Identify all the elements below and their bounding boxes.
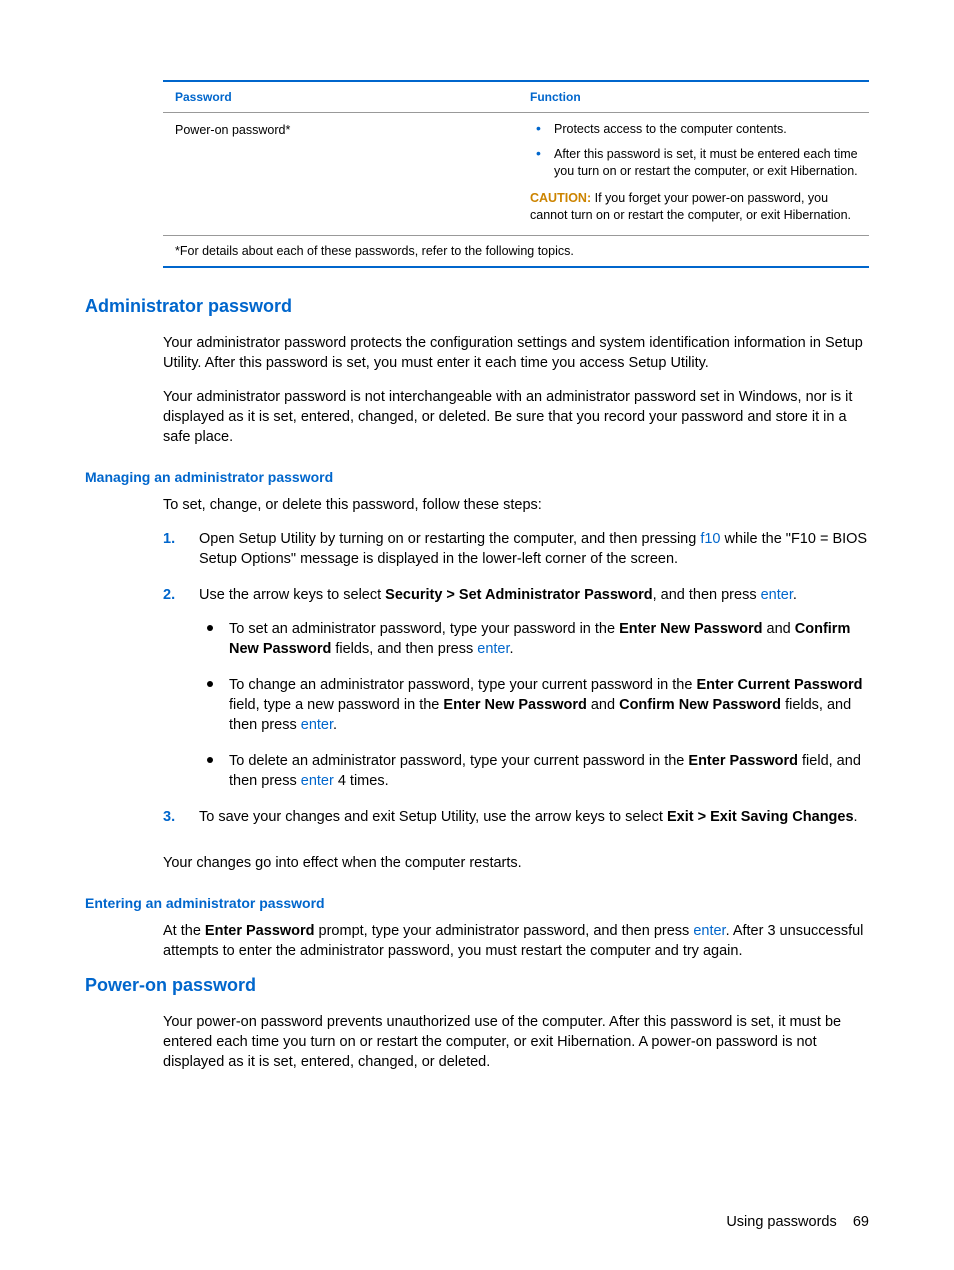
footer-page-number: 69	[853, 1214, 869, 1230]
list-item: To delete an administrator password, typ…	[199, 751, 869, 791]
table-header-function: Function	[530, 90, 869, 104]
table-row: Power-on password* Protects access to th…	[163, 113, 869, 236]
list-item: To set an administrator password, type y…	[199, 619, 869, 675]
paragraph: Your changes go into effect when the com…	[85, 853, 869, 873]
sub-list: To set an administrator password, type y…	[199, 619, 869, 791]
table-cell-function: Protects access to the computer contents…	[530, 117, 869, 235]
key-f10: f10	[700, 531, 720, 547]
paragraph: Your administrator password is not inter…	[85, 387, 869, 447]
caution-label: CAUTION:	[530, 191, 591, 205]
password-table: Password Function Power-on password* Pro…	[163, 80, 869, 268]
key-enter: enter	[301, 717, 333, 733]
steps-list: Open Setup Utility by turning on or rest…	[85, 529, 869, 843]
table-footnote: *For details about each of these passwor…	[163, 236, 869, 266]
key-enter: enter	[301, 773, 334, 789]
key-enter: enter	[761, 587, 793, 603]
table-header-password: Password	[175, 90, 530, 104]
footer-section: Using passwords	[726, 1214, 836, 1230]
list-item: Protects access to the computer contents…	[530, 117, 869, 142]
key-enter: enter	[477, 641, 509, 657]
list-item: To change an administrator password, typ…	[199, 675, 869, 751]
heading-entering-admin-password: Entering an administrator password	[85, 895, 869, 911]
paragraph: Your administrator password protects the…	[85, 333, 869, 373]
list-item: After this password is set, it must be e…	[530, 142, 869, 184]
step-item: To save your changes and exit Setup Util…	[163, 807, 869, 843]
document-page: Password Function Power-on password* Pro…	[0, 0, 954, 1270]
table-header-row: Password Function	[163, 82, 869, 113]
function-bullet-list: Protects access to the computer contents…	[530, 117, 869, 184]
paragraph: Your power-on password prevents unauthor…	[85, 1012, 869, 1072]
paragraph: At the Enter Password prompt, type your …	[85, 921, 869, 961]
caution-note: CAUTION: If you forget your power-on pas…	[530, 184, 869, 230]
table-cell-password: Power-on password*	[175, 117, 530, 235]
step-item: Open Setup Utility by turning on or rest…	[163, 529, 869, 585]
heading-managing-admin-password: Managing an administrator password	[85, 469, 869, 485]
paragraph: To set, change, or delete this password,…	[85, 495, 869, 515]
step-item: Use the arrow keys to select Security > …	[163, 585, 869, 807]
key-enter: enter	[693, 923, 725, 939]
heading-administrator-password: Administrator password	[85, 296, 869, 317]
page-footer: Using passwords 69	[726, 1214, 869, 1230]
heading-power-on-password: Power-on password	[85, 975, 869, 996]
